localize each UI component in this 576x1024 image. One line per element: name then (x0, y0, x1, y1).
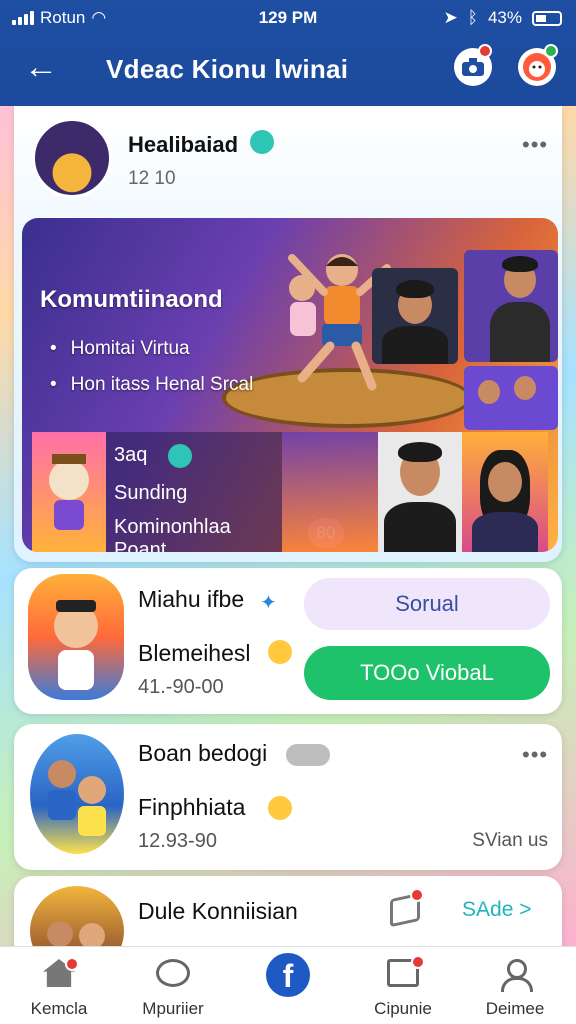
sparkle-icon: ✦ (260, 592, 277, 614)
photo-man-2[interactable] (464, 250, 558, 362)
top-bar: Rotun ◠ 129 PM ➤ ᛒ 43% ← Vdeac Kionu lwi… (0, 0, 576, 106)
post-author[interactable]: Boan bedogi (138, 740, 267, 767)
nav-label: Kemcla (30, 999, 88, 1018)
photo-man-1[interactable] (372, 268, 458, 364)
strip-line-1: Sunding (114, 482, 188, 504)
camera-icon[interactable] (454, 44, 492, 86)
banner-bullet-1: Homitai Virtua (50, 338, 190, 360)
feed: Healibaiad 12 10 ••• Komumtiinaond Homit… (0, 106, 576, 946)
post-author[interactable]: Miahu ifbe (138, 586, 244, 613)
nav-tab-profile[interactable]: Deimee (460, 953, 570, 1023)
online-dot (544, 44, 558, 58)
nav-label: Deimee (485, 999, 545, 1018)
strip-line-2: Kominonhlaa Poant (114, 516, 231, 552)
photo-collage (372, 250, 558, 430)
post-author[interactable]: Dule Konniisian (138, 898, 298, 925)
post-card-2[interactable]: Miahu ifbe ✦ Blemeihesl 41.-90-00 Sorual… (14, 568, 562, 714)
notification-dot (411, 955, 425, 969)
cartoon-thumbnail[interactable] (32, 432, 106, 552)
avatar[interactable] (28, 574, 124, 700)
green-action-button[interactable]: TOOo ViobaL (304, 646, 550, 700)
post-card-3[interactable]: Boan bedogi ••• Finphhiata 12.93-90 SVia… (14, 724, 562, 870)
post-meta: 12.93-90 (138, 830, 217, 852)
profile-icon (499, 959, 533, 992)
portrait-woman[interactable] (462, 432, 548, 552)
location-icon: ➤ (443, 8, 458, 27)
avatar[interactable] (30, 886, 124, 946)
post-link[interactable]: SVian us (472, 830, 548, 852)
avatar[interactable] (30, 734, 124, 854)
nav-tab-news[interactable]: Cipunie (348, 953, 458, 1023)
app-header: ← Vdeac Kionu lwinai (0, 40, 576, 100)
nav-tab-messenger[interactable]: Mpuriier (118, 953, 228, 1023)
notification-dot (410, 888, 424, 902)
post-subtitle: Blemeihesl (138, 640, 251, 666)
status-bar: Rotun ◠ 129 PM ➤ ᛒ 43% (0, 6, 576, 32)
nav-tab-home[interactable]: Kemcla (4, 953, 114, 1023)
verified-badge-icon (250, 130, 274, 154)
nav-label: Mpuriier (142, 999, 204, 1018)
soft-action-button[interactable]: Sorual (304, 578, 550, 630)
status-right: ➤ ᛒ 43% (444, 8, 562, 28)
badge-icon (168, 444, 192, 468)
music-thumbnail[interactable] (282, 432, 378, 552)
more-options-icon[interactable]: ••• (522, 132, 548, 158)
post-author[interactable]: Healibaiad (128, 132, 238, 158)
back-arrow-icon[interactable]: ← (24, 50, 58, 84)
nav-label: Cipunie (374, 999, 432, 1018)
notification-dot (65, 957, 79, 971)
strip-info: 3aq Sunding Kominonhlaa Poant (106, 432, 282, 552)
strip-title: 3aq (114, 444, 148, 466)
nav-tab-facebook[interactable]: f (233, 953, 343, 1023)
photo-group[interactable] (464, 366, 558, 430)
portrait-man[interactable] (378, 432, 462, 552)
post-meta: 12 10 (128, 168, 176, 189)
post-meta: 41.-90-00 (138, 676, 224, 698)
banner-strip: 3aq Sunding Kominonhlaa Poant 80 (22, 432, 558, 552)
smile-emoji-icon (268, 640, 292, 664)
post-subtitle: Finphhiata (138, 794, 246, 820)
see-more-link[interactable]: SAde > (462, 898, 531, 922)
smile-emoji-icon (268, 796, 292, 820)
battery-icon (532, 10, 562, 26)
post-card-featured[interactable]: Healibaiad 12 10 ••• Komumtiinaond Homit… (14, 106, 562, 562)
banner-heading: Komumtiinaond (40, 286, 223, 313)
battery-percent: 43% (487, 8, 522, 27)
page-title: Vdeac Kionu lwinai (106, 54, 349, 84)
banner-bullet-2: Hon itass Henal Srcal (50, 374, 254, 396)
chat-icon (156, 959, 190, 987)
facebook-icon: f (266, 953, 310, 997)
more-options-icon[interactable]: ••• (522, 742, 548, 768)
group-badge-icon (286, 744, 330, 766)
notification-dot (478, 44, 492, 58)
bottom-nav: Kemcla Mpuriier f Cipunie Deimee (0, 946, 576, 1024)
profile-avatar-icon[interactable] (518, 44, 558, 86)
post-card-4[interactable]: Dule Konniisian SAde > (14, 876, 562, 946)
featured-banner[interactable]: Komumtiinaond Homitai Virtua Hon itass H… (22, 218, 558, 552)
avatar[interactable] (32, 118, 112, 198)
bluetooth-icon: ᛒ (467, 8, 478, 27)
